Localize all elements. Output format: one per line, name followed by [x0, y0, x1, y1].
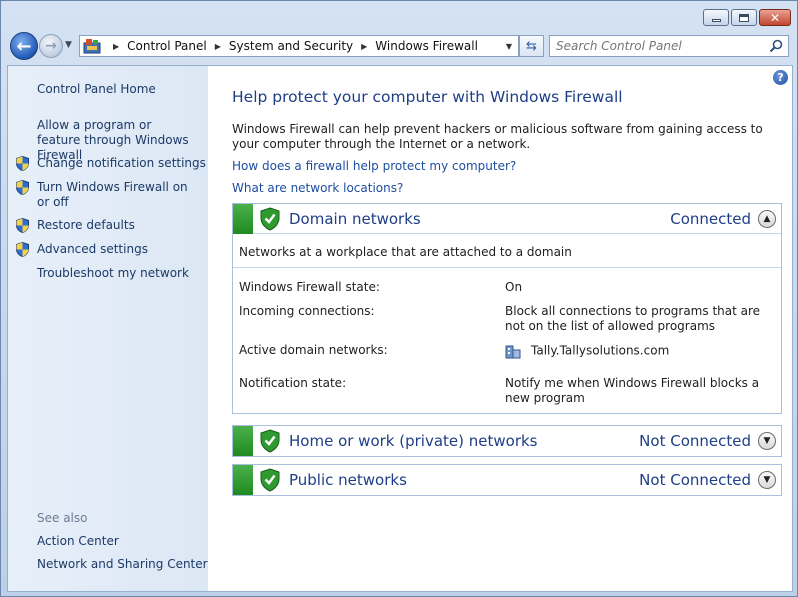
detail-value-row: Tally.Tallysolutions.com [505, 343, 780, 359]
minimize-icon [711, 19, 721, 22]
panel-public-networks: Public networks Not Connected ▼ [232, 464, 782, 496]
minimize-button[interactable] [703, 9, 729, 26]
status-bar [233, 465, 253, 495]
address-dropdown-icon[interactable]: ▼ [506, 42, 512, 51]
caption-buttons: ✕ [703, 9, 791, 26]
detail-value: Notify me when Windows Firewall blocks a… [505, 376, 760, 405]
green-shield-icon [260, 207, 280, 231]
search-icon[interactable] [769, 39, 783, 53]
connection-status: Not Connected [639, 471, 751, 489]
sidebar-link-troubleshoot[interactable]: Troubleshoot my network [37, 266, 189, 281]
address-bar[interactable]: ▶ Control Panel ▶ System and Security ▶ … [79, 35, 519, 57]
collapse-chevron-icon[interactable]: ▲ [758, 210, 776, 228]
search-input[interactable] [556, 39, 766, 53]
close-icon: ✕ [769, 10, 781, 25]
uac-shield-icon [16, 242, 29, 257]
detail-value: On [505, 280, 523, 294]
content-area: Control Panel Home Allow a program or fe… [7, 65, 793, 592]
breadcrumb-control-panel[interactable]: Control Panel [127, 39, 207, 53]
green-shield-icon [260, 468, 280, 492]
detail-label: Windows Firewall state: [239, 280, 380, 294]
see-also-link-action-center[interactable]: Action Center [37, 534, 119, 549]
panel-subtitle: Networks at a workplace that are attache… [233, 234, 781, 268]
refresh-button[interactable]: ⇆ [519, 35, 544, 57]
firewall-window: ✕ ← → ▼ ▶ Control Panel ▶ System and Sec… [0, 0, 798, 597]
refresh-icon: ⇆ [526, 38, 537, 54]
maximize-button[interactable] [731, 9, 757, 26]
panel-domain-networks: Domain networks Connected ▲ Networks at … [232, 203, 782, 414]
breadcrumb-separator-icon[interactable]: ▶ [113, 42, 119, 51]
main-pane: ? Help protect your computer with Window… [232, 66, 788, 591]
forward-button[interactable]: → [39, 34, 63, 58]
sidebar-link-advanced-settings[interactable]: Advanced settings [37, 242, 148, 257]
detail-label: Active domain networks: [239, 343, 388, 357]
connection-status: Connected [670, 210, 751, 228]
detail-label: Notification state: [239, 376, 347, 390]
back-button[interactable]: ← [10, 32, 38, 60]
recent-pages-dropdown-icon[interactable]: ▼ [65, 40, 72, 50]
see-also-heading: See also [37, 511, 88, 525]
expand-chevron-icon[interactable]: ▼ [758, 471, 776, 489]
see-also-link-network-sharing[interactable]: Network and Sharing Center [37, 557, 208, 572]
help-icon[interactable]: ? [773, 70, 788, 85]
uac-shield-icon [16, 218, 29, 233]
sidebar-link-restore-defaults[interactable]: Restore defaults [37, 218, 135, 233]
search-box[interactable] [549, 35, 789, 57]
green-shield-icon [260, 429, 280, 453]
sidebar-link-change-notification[interactable]: Change notification settings [37, 156, 206, 171]
active-domain-network: Tally.Tallysolutions.com [531, 343, 670, 358]
back-arrow-icon: ← [16, 35, 32, 57]
sidebar-link-turn-firewall-on-off[interactable]: Turn Windows Firewall on or off [37, 180, 197, 210]
control-panel-icon [83, 39, 101, 54]
maximize-icon [739, 13, 749, 22]
breadcrumb-windows-firewall[interactable]: Windows Firewall [375, 39, 478, 53]
details-list: Windows Firewall state: On Incoming conn… [233, 268, 781, 413]
sidebar-link-control-panel-home[interactable]: Control Panel Home [37, 82, 156, 97]
domain-network-icon [505, 345, 521, 359]
link-how-firewall-helps[interactable]: How does a firewall help protect my comp… [232, 159, 516, 173]
breadcrumb-separator-icon[interactable]: ▶ [361, 42, 367, 51]
panel-title: Home or work (private) networks [289, 432, 538, 450]
close-button[interactable]: ✕ [759, 9, 791, 26]
panel-title: Public networks [289, 471, 407, 489]
expand-chevron-icon[interactable]: ▼ [758, 432, 776, 450]
navigation-bar: ← → ▼ ▶ Control Panel ▶ System and Secur… [7, 31, 793, 61]
breadcrumb-separator-icon[interactable]: ▶ [215, 42, 221, 51]
status-bar [233, 204, 253, 234]
link-network-locations[interactable]: What are network locations? [232, 181, 403, 195]
sidebar: Control Panel Home Allow a program or fe… [8, 66, 208, 591]
panel-header[interactable]: Home or work (private) networks Not Conn… [233, 426, 781, 456]
panel-header[interactable]: Domain networks Connected ▲ [233, 204, 781, 234]
panel-title: Domain networks [289, 210, 421, 228]
page-description: Windows Firewall can help prevent hacker… [232, 122, 763, 151]
forward-arrow-icon: → [45, 38, 57, 54]
panel-private-networks: Home or work (private) networks Not Conn… [232, 425, 782, 457]
page-title: Help protect your computer with Windows … [232, 88, 623, 106]
detail-label: Incoming connections: [239, 304, 375, 318]
breadcrumb-system-and-security[interactable]: System and Security [229, 39, 353, 53]
uac-shield-icon [16, 156, 29, 171]
connection-status: Not Connected [639, 432, 751, 450]
status-bar [233, 426, 253, 456]
detail-value: Block all connections to programs that a… [505, 304, 761, 333]
panel-header[interactable]: Public networks Not Connected ▼ [233, 465, 781, 495]
uac-shield-icon [16, 180, 29, 195]
